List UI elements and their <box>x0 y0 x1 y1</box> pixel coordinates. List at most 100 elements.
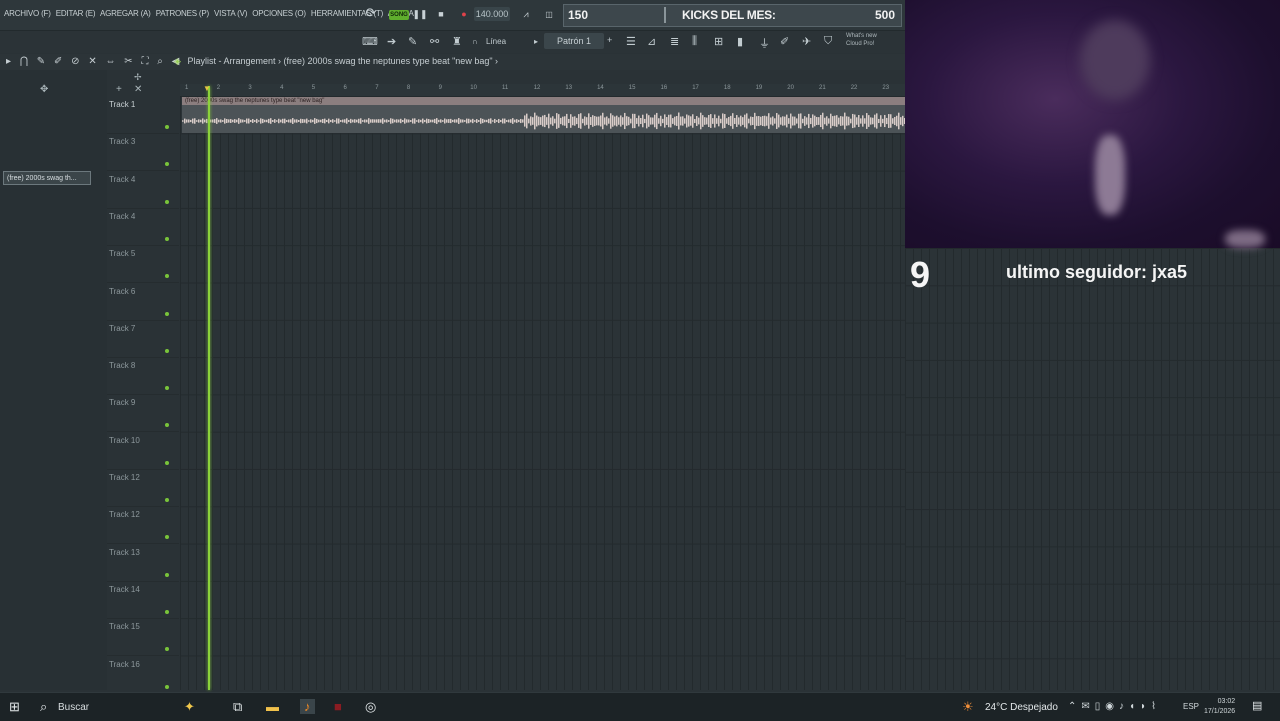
loop-record-icon[interactable]: ⟳ <box>363 5 379 20</box>
menu-vista[interactable]: VISTA (V) <box>214 9 247 18</box>
windows-start-icon[interactable]: ⊞ <box>9 699 20 715</box>
stamp-icon[interactable]: ♜ <box>452 35 462 48</box>
play-arrow-icon[interactable]: ▸ <box>534 37 538 46</box>
copilot-icon[interactable]: ✦ <box>184 699 195 715</box>
menu-opciones[interactable]: OPCIONES (O) <box>252 9 306 18</box>
track-enable-led[interactable] <box>165 311 169 316</box>
menu-agregar[interactable]: AGREGAR (A) <box>100 9 151 18</box>
track-enable-led[interactable] <box>165 274 169 279</box>
channel-rack-icon[interactable]: ≣ <box>670 35 679 48</box>
track-header[interactable]: Track 15 <box>107 618 179 657</box>
delete-tool-icon[interactable]: ⊘ <box>71 56 82 67</box>
stop-button[interactable]: ■ <box>436 7 446 21</box>
plugin-picker-icon[interactable]: ▮ <box>737 35 743 48</box>
magnet-snap-icon[interactable]: ⋂ <box>20 56 31 67</box>
track-header[interactable]: Track 13 <box>107 544 179 582</box>
track-enable-led[interactable] <box>165 684 169 689</box>
track-enable-led[interactable] <box>165 647 169 652</box>
picker-clip-item[interactable]: (free) 2000s swag th... <box>3 171 91 185</box>
metronome-icon[interactable]: ⩘ <box>518 7 534 21</box>
news-panel[interactable]: What's new Cloud Pro! <box>846 32 877 48</box>
resize-icon[interactable]: ✢ <box>134 72 142 83</box>
task-view-icon[interactable]: ⧉ <box>233 699 242 715</box>
options-arrow-icon[interactable]: ▸ <box>6 56 14 67</box>
track-header[interactable]: Track 10 <box>107 432 179 470</box>
playlist-icon[interactable]: ☰ <box>626 35 636 48</box>
mute-tool-icon[interactable]: ✕ <box>88 56 99 67</box>
mixer-icon[interactable]: ⫼ <box>692 35 697 48</box>
add-pattern-icon[interactable]: + <box>607 35 612 45</box>
notification-icon[interactable]: ▤ <box>1252 699 1262 712</box>
picker-drag-icon[interactable]: ✥ <box>40 84 48 95</box>
playlist-grid-extension[interactable] <box>905 248 1280 690</box>
menu-archivo[interactable]: ARCHIVO (F) <box>4 9 51 18</box>
touch-controller-icon[interactable]: ✐ <box>780 35 789 48</box>
track-enable-led[interactable] <box>165 535 169 540</box>
browser-icon[interactable]: ⊞ <box>714 35 723 48</box>
track-header[interactable]: Track 16 <box>107 656 179 694</box>
track-header[interactable]: Track 12 <box>107 469 179 507</box>
track-header[interactable]: Track 12 <box>107 506 179 545</box>
track-enable-led[interactable] <box>165 572 169 577</box>
file-explorer-icon[interactable]: ▬ <box>266 699 279 714</box>
track-enable-led[interactable] <box>165 460 169 465</box>
song-mode-toggle[interactable]: SONG <box>389 10 409 20</box>
fl-studio-icon[interactable]: ♪ <box>300 699 315 714</box>
track-header[interactable]: Track 4 <box>107 208 179 246</box>
typing-keyboard-icon[interactable]: ⌨ <box>362 35 378 48</box>
track-enable-led[interactable] <box>165 236 169 241</box>
track-header[interactable]: Track 3 <box>107 133 179 172</box>
track-header[interactable]: Track 6 <box>107 283 179 321</box>
playlist-grid[interactable] <box>180 96 905 690</box>
magnet-icon[interactable]: ∩ <box>472 37 478 46</box>
plug-icon[interactable]: ⏚ <box>759 35 770 51</box>
track-enable-led[interactable] <box>165 199 169 204</box>
weather-icon[interactable]: ☀ <box>962 699 974 715</box>
tempo-display[interactable]: 140.000 <box>474 7 510 21</box>
wait-input-icon[interactable]: ◫ <box>541 7 557 21</box>
pattern-selector[interactable]: Patrón 1 <box>544 33 604 49</box>
taskbar-clock[interactable]: 03:02 17/1/2026 <box>1204 697 1235 717</box>
menu-editar[interactable]: EDITAR (E) <box>56 9 96 18</box>
cloud-icon[interactable]: ✈ <box>802 35 811 48</box>
snap-selector[interactable]: Línea <box>486 37 506 46</box>
zoom-tool-icon[interactable]: ⌕ <box>157 56 166 67</box>
weather-widget[interactable]: 24°C Despejado <box>985 702 1058 713</box>
brush-tool-icon[interactable]: ✐ <box>54 56 65 67</box>
play-pause-button[interactable]: ❚❚ <box>412 7 427 21</box>
playhead[interactable] <box>208 86 210 690</box>
taskbar-search[interactable]: Buscar <box>58 702 89 713</box>
pencil-tool-icon[interactable]: ✎ <box>37 56 48 67</box>
arrow-icon[interactable]: ➔ <box>387 35 396 48</box>
link-icon[interactable]: ⚯ <box>430 35 439 48</box>
record-button[interactable]: ● <box>459 7 469 21</box>
track-header[interactable]: Track 14 <box>107 581 179 619</box>
add-track-icon[interactable]: + <box>116 84 122 95</box>
close-icon[interactable]: ✕ <box>134 84 142 95</box>
draw-tool-icon[interactable]: ✎ <box>408 35 417 48</box>
language-indicator[interactable]: ESP <box>1183 702 1199 711</box>
track-header[interactable]: Track 8 <box>107 357 179 396</box>
piano-roll-icon[interactable]: ⊿ <box>647 35 656 48</box>
chrome-icon[interactable]: ◎ <box>365 699 376 715</box>
track-header[interactable]: Track 9 <box>107 394 179 433</box>
slice-tool-icon[interactable]: ✂ <box>124 56 135 67</box>
track-header[interactable]: Track 1 <box>107 96 179 134</box>
playhead-marker-icon[interactable]: ▼ <box>203 84 211 93</box>
track-header[interactable]: Track 5 <box>107 245 179 284</box>
system-tray[interactable]: ⌃✉▯◉♪◖◗⌇ <box>1068 701 1161 712</box>
track-enable-led[interactable] <box>165 498 169 502</box>
select-tool-icon[interactable]: ⛶ <box>141 56 151 67</box>
menu-patrones[interactable]: PATRONES (P) <box>156 9 210 18</box>
track-enable-led[interactable] <box>165 125 169 129</box>
slip-tool-icon[interactable]: ⇔ <box>105 56 118 67</box>
tools-icon[interactable]: ⛉ <box>824 35 832 48</box>
track-header[interactable]: Track 7 <box>107 320 179 358</box>
track-enable-led[interactable] <box>165 386 169 391</box>
track-enable-led[interactable] <box>165 423 169 428</box>
timeline-ruler[interactable]: 1 2 3 4 5 6 7 8 9 10 11 12 13 14 15 16 17 18 19 20 21 22 23 <box>180 84 905 96</box>
obs-app-icon[interactable]: ■ <box>334 699 342 714</box>
track-header[interactable]: Track 4 <box>107 171 179 209</box>
search-icon[interactable]: ⌕ <box>40 699 47 715</box>
track-enable-led[interactable] <box>165 348 169 353</box>
